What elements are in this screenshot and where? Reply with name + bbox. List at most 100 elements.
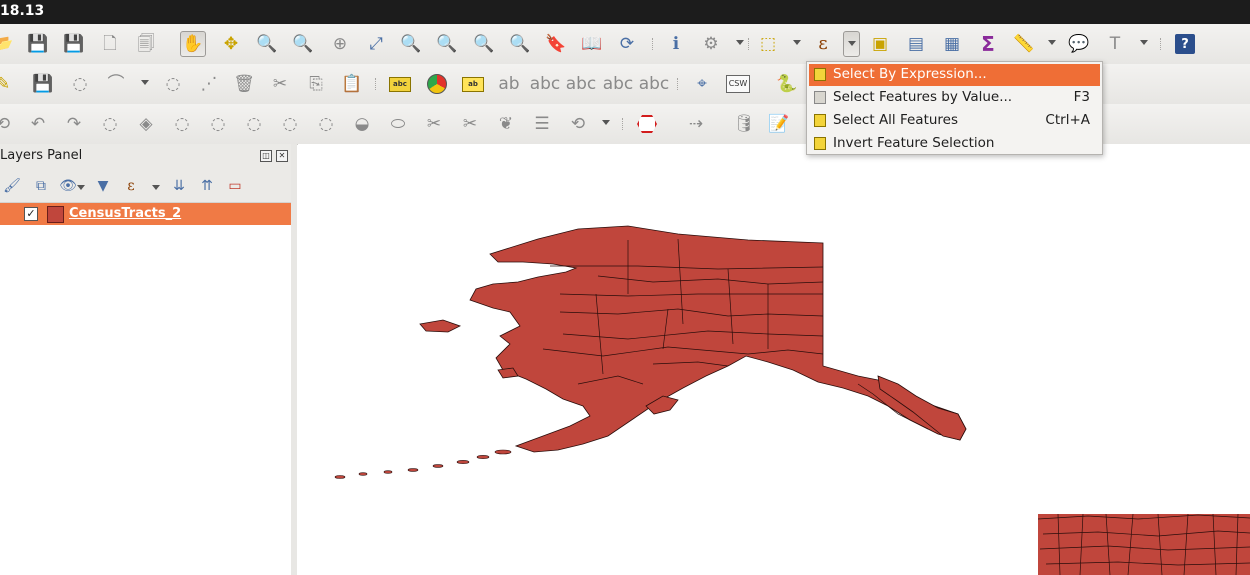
edit-note-icon[interactable]: 📝 — [766, 111, 792, 137]
trace-digitizing-icon[interactable]: ⇢ — [683, 111, 709, 137]
statistical-summary-icon[interactable]: Σ — [975, 31, 1001, 57]
select-menu-dropdown-button[interactable] — [843, 31, 860, 57]
menu-item-select-by-value[interactable]: Select Features by Value... F3 — [809, 87, 1100, 109]
cut-features-icon[interactable]: ✂ — [267, 71, 293, 97]
change-label-icon[interactable]: abc — [639, 71, 670, 97]
close-panel-icon[interactable]: ✕ — [276, 150, 288, 162]
db-manager-icon[interactable]: 🛢 — [731, 111, 757, 137]
open-project-icon[interactable]: 📂 — [0, 31, 16, 57]
text-annotation-icon[interactable]: T — [1102, 31, 1128, 57]
attribute-table-icon[interactable]: ▤ — [903, 31, 929, 57]
add-ring-icon[interactable]: ◌ — [169, 111, 195, 137]
delete-ring-icon[interactable]: ◌ — [277, 111, 303, 137]
field-calculator-icon[interactable]: ▦ — [939, 31, 965, 57]
toggle-editing-icon[interactable]: ✎ — [0, 71, 16, 97]
show-hide-labels-icon[interactable]: abc — [530, 71, 561, 97]
menu-item-select-all[interactable]: Select All Features Ctrl+A — [809, 110, 1100, 132]
select-features-icon[interactable]: ⬚ — [755, 31, 781, 57]
csw-icon[interactable]: CSW — [725, 71, 751, 97]
measure-line-icon[interactable]: 📏 — [1011, 31, 1037, 57]
digitize-curve-icon[interactable]: ⌒ — [103, 71, 129, 97]
pin-labels-icon[interactable]: ab — [460, 71, 486, 97]
show-bookmarks-icon[interactable]: 📖 — [579, 31, 605, 57]
merge-attributes-icon[interactable]: ☰ — [529, 111, 555, 137]
toolbar-separator — [677, 78, 680, 90]
reshape-features-icon[interactable]: ◒ — [349, 111, 375, 137]
simplify-feature-icon[interactable]: ◈ — [133, 111, 159, 137]
zoom-to-selection-icon[interactable]: 🔍 — [398, 31, 424, 57]
highlight-pinned-labels-icon[interactable]: ab — [496, 71, 522, 97]
undo-icon[interactable]: ↶ — [25, 111, 51, 137]
zoom-to-layer-icon[interactable]: 🔍 — [434, 31, 460, 57]
copy-features-icon[interactable]: ⎘ — [303, 71, 329, 97]
chevron-down-icon[interactable] — [736, 40, 744, 45]
zoom-out-icon[interactable]: 🔍 — [290, 31, 316, 57]
delete-selected-icon[interactable]: 🗑 — [231, 71, 257, 97]
new-print-layout-icon[interactable]: 🗋 — [97, 31, 123, 57]
pan-map-icon[interactable]: ✋ — [180, 31, 206, 57]
add-part-icon[interactable]: ◌ — [205, 111, 231, 137]
pan-to-selection-icon[interactable]: ✥ — [218, 31, 244, 57]
chevron-down-icon[interactable] — [77, 185, 85, 190]
zoom-native-icon[interactable]: ⊕ — [327, 31, 353, 57]
map-tips-icon[interactable]: 💬 — [1066, 31, 1092, 57]
layer-visibility-checkbox[interactable]: ✓ — [24, 207, 38, 221]
select-by-expression-icon[interactable]: ε — [810, 31, 836, 57]
chevron-down-icon[interactable] — [1048, 40, 1056, 45]
paste-features-icon[interactable]: 📋 — [339, 71, 365, 97]
save-as-icon[interactable]: 💾 — [61, 31, 87, 57]
delete-part-icon[interactable]: ◌ — [313, 111, 339, 137]
regular-polygon-icon[interactable] — [634, 111, 660, 137]
filter-legend-icon[interactable]: ▼ — [93, 176, 113, 196]
run-feature-action-icon[interactable]: ⚙ — [698, 31, 724, 57]
vertex-tool-icon[interactable]: ⋰ — [196, 71, 222, 97]
python-console-icon[interactable]: 🐍 — [774, 71, 800, 97]
chevron-down-icon[interactable] — [141, 80, 149, 85]
split-features-icon[interactable]: ✂ — [421, 111, 447, 137]
save-project-icon[interactable]: 💾 — [25, 31, 51, 57]
menu-item-invert-selection[interactable]: Invert Feature Selection — [809, 133, 1100, 155]
identify-features-icon[interactable]: ℹ — [663, 31, 689, 57]
layer-diagram-icon[interactable] — [424, 71, 450, 97]
layout-manager-icon[interactable]: 🗐 — [133, 31, 159, 57]
rotate-label-icon[interactable]: abc — [603, 71, 634, 97]
refresh-icon[interactable]: ⟳ — [614, 31, 640, 57]
float-panel-icon[interactable]: ◫ — [260, 150, 272, 162]
rotate-point-symbols-icon[interactable]: ⟲ — [565, 111, 591, 137]
menu-item-select-by-expression[interactable]: Select By Expression... — [809, 64, 1100, 86]
style-manager-icon[interactable]: 🖌 — [2, 176, 22, 196]
chevron-down-icon[interactable] — [793, 40, 801, 45]
filter-by-expression-icon[interactable]: ε — [121, 176, 141, 196]
rotate-feature-icon[interactable]: ◌ — [97, 111, 123, 137]
offset-curve-icon[interactable]: ⬭ — [385, 111, 411, 137]
add-feature-icon[interactable]: ◌ — [67, 71, 93, 97]
zoom-next-icon[interactable]: 🔍 — [507, 31, 533, 57]
help-icon[interactable]: ? — [1172, 31, 1198, 57]
manage-visibility-icon[interactable]: 👁 — [58, 176, 78, 196]
zoom-full-icon[interactable]: ⤢ — [363, 31, 389, 57]
expand-all-icon[interactable]: ⇊ — [169, 176, 189, 196]
deselect-all-icon[interactable]: ▣ — [867, 31, 893, 57]
chevron-down-icon[interactable] — [602, 120, 610, 125]
save-edits-icon[interactable]: 💾 — [30, 71, 56, 97]
split-parts-icon[interactable]: ✂ — [457, 111, 483, 137]
chevron-down-icon[interactable] — [152, 185, 160, 190]
move-label-icon[interactable]: abc — [566, 71, 597, 97]
map-canvas[interactable] — [298, 144, 1250, 575]
new-bookmark-icon[interactable]: 🔖 — [543, 31, 569, 57]
move-feature-icon[interactable]: ◌ — [160, 71, 186, 97]
remove-layer-icon[interactable]: ▭ — [225, 176, 245, 196]
collapse-all-icon[interactable]: ⇈ — [197, 176, 217, 196]
layer-labeling-icon[interactable]: abc — [387, 71, 413, 97]
panel-splitter[interactable] — [291, 144, 297, 575]
georeferencer-icon[interactable]: ⌖ — [689, 71, 715, 97]
undo-history-icon[interactable]: ⟲ — [0, 111, 16, 137]
redo-icon[interactable]: ↷ — [61, 111, 87, 137]
merge-features-icon[interactable]: ❦ — [493, 111, 519, 137]
add-group-icon[interactable]: ⧉ — [31, 176, 51, 196]
zoom-last-icon[interactable]: 🔍 — [471, 31, 497, 57]
chevron-down-icon[interactable] — [1140, 40, 1148, 45]
zoom-in-icon[interactable]: 🔍 — [254, 31, 280, 57]
fill-ring-icon[interactable]: ◌ — [241, 111, 267, 137]
layer-row[interactable]: ✓ CensusTracts_2 — [0, 203, 291, 225]
